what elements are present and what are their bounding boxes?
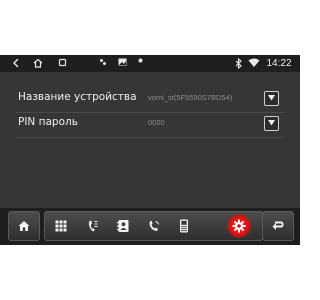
bluetooth-function-group bbox=[44, 211, 263, 241]
contacts-button[interactable] bbox=[108, 212, 138, 240]
bluetooth-settings-screen: 14:22 Название устройства vomi_st(5F5590… bbox=[0, 55, 300, 245]
dots-icon bbox=[97, 55, 109, 72]
clock-time: 14:22 bbox=[266, 58, 292, 69]
settings-gear-icon bbox=[232, 219, 246, 233]
back-arrow-icon bbox=[272, 221, 284, 230]
setting-label: Название устройства bbox=[18, 91, 137, 103]
setting-label: PIN пароль bbox=[18, 116, 78, 128]
notification-icon bbox=[135, 55, 145, 72]
setting-value: vomi_st(5F5590S7BD54) bbox=[148, 93, 233, 102]
contacts-icon bbox=[117, 220, 129, 232]
divider bbox=[16, 137, 284, 138]
home-icon bbox=[18, 221, 30, 231]
keypad-icon bbox=[55, 220, 67, 232]
settings-button-active[interactable] bbox=[224, 212, 254, 240]
status-bar: 14:22 bbox=[0, 55, 300, 72]
device-phone-button[interactable] bbox=[169, 212, 199, 240]
call-button[interactable] bbox=[139, 212, 169, 240]
device-phone-icon bbox=[180, 219, 188, 233]
bluetooth-icon bbox=[232, 55, 244, 72]
setting-row-pin-code[interactable]: PIN пароль 0000 bbox=[0, 110, 300, 136]
keypad-button[interactable] bbox=[46, 212, 76, 240]
home-button[interactable] bbox=[8, 211, 40, 241]
back-icon[interactable] bbox=[9, 55, 23, 72]
wifi-icon bbox=[247, 55, 261, 72]
bottom-nav-bar bbox=[0, 208, 300, 245]
call-icon bbox=[149, 221, 159, 231]
setting-row-device-name[interactable]: Название устройства vomi_st(5F5590S7BD54… bbox=[0, 85, 300, 111]
phone-log-button[interactable] bbox=[78, 212, 108, 240]
recents-icon[interactable] bbox=[55, 55, 69, 72]
phone-log-icon bbox=[88, 220, 98, 232]
setting-value: 0000 bbox=[148, 118, 165, 127]
image-icon bbox=[116, 55, 128, 72]
dropdown-arrow-icon[interactable] bbox=[264, 91, 279, 106]
back-button[interactable] bbox=[262, 211, 294, 241]
home-icon[interactable] bbox=[31, 55, 45, 72]
dropdown-arrow-icon[interactable] bbox=[264, 116, 279, 131]
